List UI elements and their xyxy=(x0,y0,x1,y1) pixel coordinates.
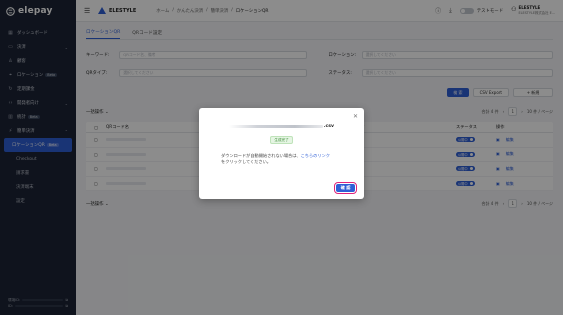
file-name: .csv xyxy=(229,124,334,129)
complete-badge: 生成完了 xyxy=(270,136,293,144)
download-message: ダウンロードが自動開始されない場合は、こちらのリンク をクリックしてください。 xyxy=(221,153,330,165)
close-icon[interactable]: ✕ xyxy=(353,113,358,120)
download-link[interactable]: こちらのリンク xyxy=(301,153,330,158)
confirm-button[interactable]: 確 認 xyxy=(336,184,355,192)
download-modal: ✕ .csv 生成完了 ダウンロードが自動開始されない場合は、こちらのリンク を… xyxy=(199,108,364,199)
ok-button-highlight: 確 認 xyxy=(334,182,357,194)
blurred-filename xyxy=(229,125,323,128)
